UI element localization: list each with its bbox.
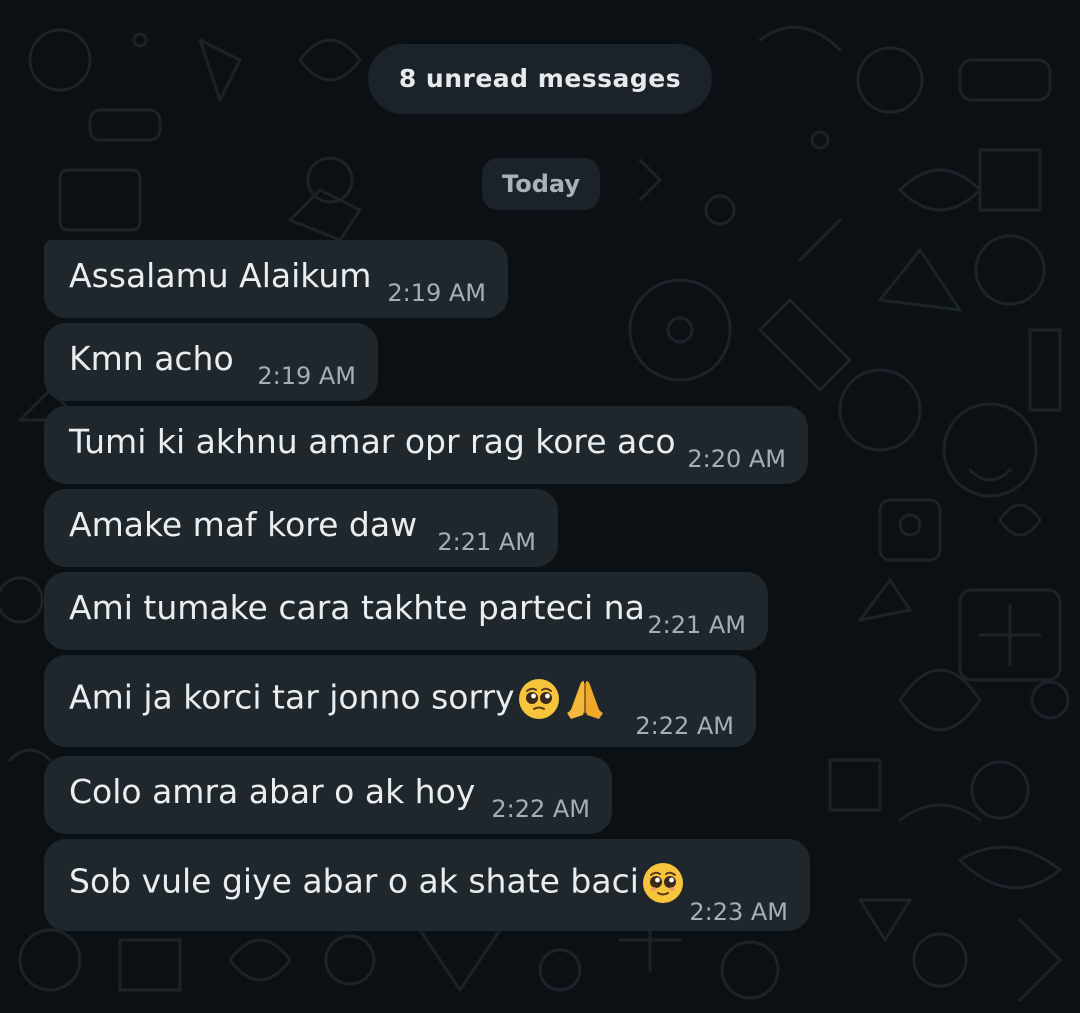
- message-text: Amake maf kore daw: [69, 505, 418, 544]
- message-text: Ami ja korci tar jonno sorry: [69, 677, 515, 717]
- message-bubble[interactable]: Ami ja korci tar jonno sorry 2:22 AM: [44, 655, 756, 747]
- message-text: Kmn acho: [69, 339, 234, 378]
- message-timestamp: 2:19 AM: [387, 279, 486, 307]
- pleading-face-emoji: [642, 863, 683, 903]
- message-timestamp: 2:19 AM: [257, 362, 356, 390]
- pleading-face-emoji: [518, 679, 559, 719]
- message-text: Sob vule giye abar o ak shate baci: [69, 861, 639, 901]
- message-text: Tumi ki akhnu amar opr rag kore aco: [69, 422, 676, 461]
- message-content: Ami ja korci tar jonno sorry: [69, 677, 607, 721]
- message-bubble[interactable]: Ami tumake cara takhte parteci na 2:21 A…: [44, 572, 768, 650]
- message-timestamp: 2:23 AM: [689, 898, 788, 926]
- date-separator: Today: [482, 158, 600, 210]
- message-bubble[interactable]: Tumi ki akhnu amar opr rag kore aco 2:20…: [44, 406, 808, 484]
- message-bubble[interactable]: Amake maf kore daw 2:21 AM: [44, 489, 558, 567]
- message-timestamp: 2:22 AM: [491, 795, 590, 823]
- chat-thread[interactable]: 8 unread messages Today Assalamu Alaikum…: [0, 0, 1080, 1013]
- message-bubble[interactable]: Sob vule giye abar o ak shate baci 2:23 …: [44, 839, 810, 931]
- message-content: Sob vule giye abar o ak shate baci: [69, 861, 685, 905]
- message-bubble[interactable]: Kmn acho 2:19 AM: [44, 323, 378, 401]
- message-bubble[interactable]: Colo amra abar o ak hoy 2:22 AM: [44, 756, 612, 834]
- message-text: Assalamu Alaikum: [69, 256, 372, 295]
- message-text: Ami tumake cara takhte parteci na: [69, 588, 645, 627]
- unread-messages-banner: 8 unread messages: [368, 44, 712, 114]
- message-timestamp: 2:20 AM: [687, 445, 786, 473]
- message-bubble[interactable]: Assalamu Alaikum 2:19 AM: [44, 240, 508, 318]
- message-timestamp: 2:21 AM: [437, 528, 536, 556]
- message-timestamp: 2:21 AM: [647, 611, 746, 639]
- message-timestamp: 2:22 AM: [635, 712, 734, 740]
- message-text: Colo amra abar o ak hoy: [69, 772, 476, 811]
- folded-hands-emoji: [566, 681, 603, 719]
